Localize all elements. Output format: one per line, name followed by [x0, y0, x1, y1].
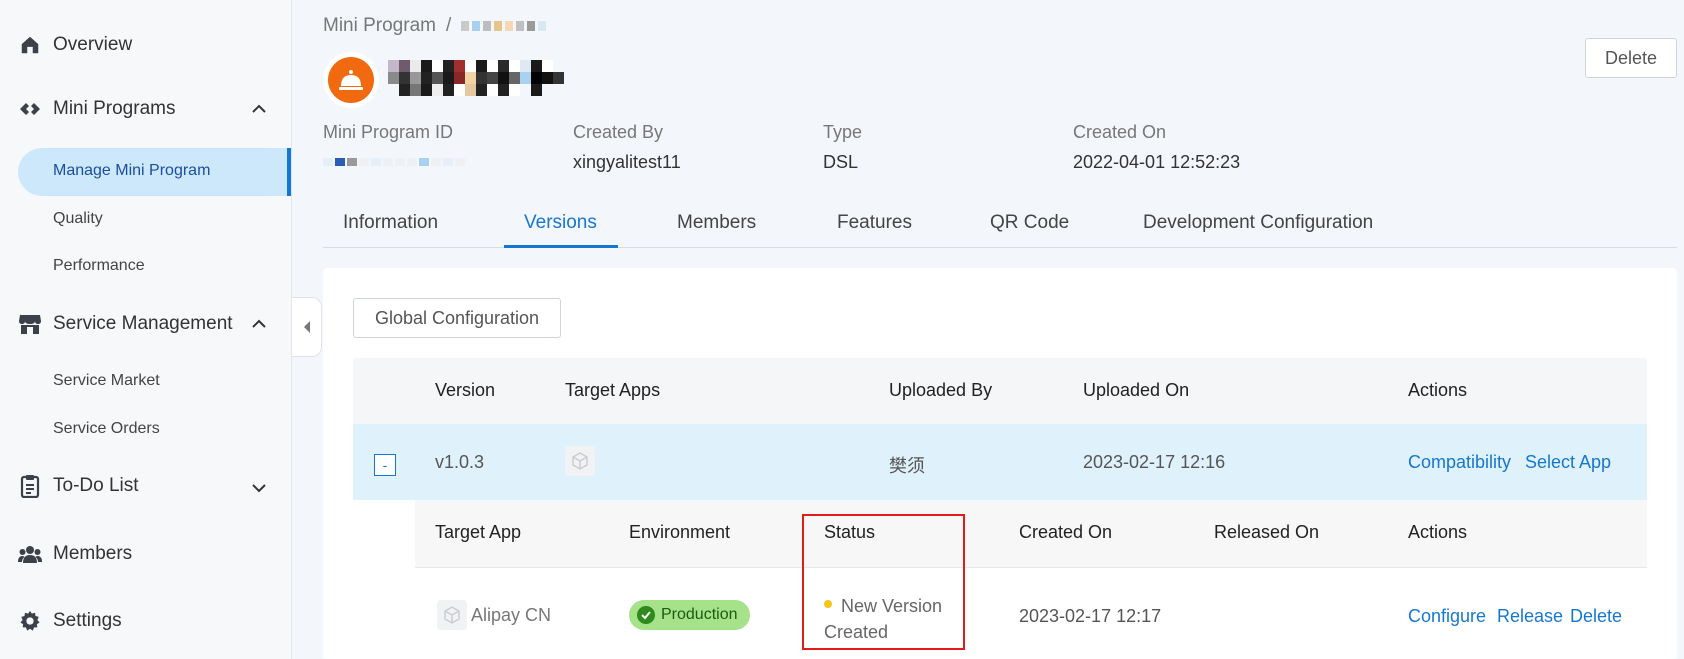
tab-qr-code[interactable]: QR Code [990, 212, 1069, 234]
target-app-value: Alipay CN [471, 605, 552, 625]
environment-badge: Production [629, 600, 750, 630]
configure-link[interactable]: Configure [1408, 606, 1486, 627]
meta-id-value-redacted [323, 158, 465, 166]
meta-type-value: DSL [823, 152, 859, 172]
chevron-up-icon [252, 104, 266, 113]
created-on-value: 2023-02-17 12:17 [1019, 606, 1162, 626]
delete-version-link[interactable]: Delete [1570, 606, 1622, 627]
nav-members-label: Members [53, 543, 133, 564]
breadcrumb: Mini Program / [323, 15, 547, 37]
tab-bar: Information Versions Members Features QR… [323, 200, 1677, 248]
meta-created-by-value: xingyalitest11 [573, 152, 681, 172]
uploaded-on-value: 2023-02-17 12:16 [1083, 452, 1226, 472]
tab-versions[interactable]: Versions [524, 212, 597, 234]
meta-created-on-value: 2022-04-01 12:52:23 [1073, 152, 1241, 172]
nav-service-management[interactable]: Service Management [0, 304, 292, 344]
gear-icon [18, 609, 42, 633]
col-uploaded-on: Uploaded On [1083, 380, 1190, 400]
sidebar: Overview Mini Programs Manage Mini Progr… [0, 0, 292, 659]
nav-todo-list-label: To-Do List [53, 475, 139, 496]
nav-todo-list[interactable]: To-Do List [0, 466, 292, 506]
tab-development-configuration[interactable]: Development Configuration [1143, 212, 1373, 234]
clipboard-icon [18, 474, 42, 498]
check-circle-icon [637, 606, 655, 624]
breadcrumb-separator: / [445, 15, 452, 36]
meta-created-on: Created On 2022-04-01 12:52:23 [1073, 122, 1240, 173]
col-environment: Environment [629, 522, 731, 542]
target-app-icon [565, 446, 595, 476]
release-link[interactable]: Release [1497, 606, 1563, 627]
col-version: Version [435, 380, 496, 400]
list-item: Alipay CN New Version Created 2023-02-17… [415, 568, 1647, 659]
meta-type: Type DSL [823, 122, 862, 173]
col-target-apps: Target Apps [565, 380, 661, 400]
nav-overview-label: Overview [53, 34, 133, 55]
col-created-on: Created On [1019, 522, 1113, 542]
nav-overview[interactable]: Overview [0, 25, 292, 65]
global-configuration-button[interactable]: Global Configuration [353, 298, 561, 338]
app-name-redacted [388, 60, 564, 96]
delete-mini-program-button[interactable]: Delete [1585, 38, 1677, 78]
col-sub-actions: Actions [1408, 522, 1468, 542]
store-icon [18, 312, 42, 336]
active-tab-underline [504, 245, 618, 248]
target-apps-table-header: Target App Environment Status Created On… [415, 500, 1647, 568]
meta-id-label: Mini Program ID [323, 122, 454, 142]
caret-left-icon [303, 321, 310, 333]
status-highlight-box [802, 514, 965, 650]
compatibility-link[interactable]: Compatibility [1408, 452, 1511, 473]
col-target-app: Target App [435, 522, 522, 542]
chevron-down-icon [252, 484, 266, 493]
nav-service-orders[interactable]: Service Orders [53, 420, 160, 438]
environment-value: Production [661, 606, 738, 623]
nav-quality[interactable]: Quality [53, 210, 103, 228]
tab-features[interactable]: Features [837, 212, 912, 234]
meta-type-label: Type [823, 122, 863, 142]
users-icon [18, 542, 42, 566]
nav-mini-programs[interactable]: Mini Programs [0, 89, 292, 129]
collapse-sidebar-button[interactable] [292, 297, 322, 357]
nav-active-indicator [287, 148, 291, 196]
col-actions: Actions [1408, 380, 1468, 400]
alipay-app-icon [437, 600, 467, 630]
nav-manage-mini-program[interactable]: Manage Mini Program [53, 162, 210, 180]
breadcrumb-current-redacted [461, 21, 547, 31]
nav-mini-programs-label: Mini Programs [53, 98, 176, 119]
col-uploaded-by: Uploaded By [889, 380, 993, 400]
cube-icon [444, 606, 460, 624]
tab-members[interactable]: Members [677, 212, 756, 234]
tab-information[interactable]: Information [343, 212, 438, 234]
nav-settings[interactable]: Settings [0, 601, 292, 641]
version-value: v1.0.3 [435, 452, 485, 472]
cube-icon [572, 452, 588, 470]
versions-table-header: Version Target Apps Uploaded By Uploaded… [353, 358, 1647, 424]
nav-service-management-label: Service Management [53, 313, 233, 334]
service-bell-icon [339, 70, 363, 90]
nav-performance[interactable]: Performance [53, 257, 145, 275]
breadcrumb-root[interactable]: Mini Program [323, 15, 436, 37]
select-app-link[interactable]: Select App [1525, 452, 1611, 473]
nav-members[interactable]: Members [0, 534, 292, 574]
app-avatar [323, 52, 379, 108]
meta-created-by-label: Created By [573, 122, 664, 142]
meta-created-by: Created By xingyalitest11 [573, 122, 681, 173]
code-icon [18, 97, 42, 121]
table-row: v1.0.3 樊须 2023-02-17 12:16 Compatibility… [353, 424, 1647, 500]
uploaded-by-value: 樊须 [889, 456, 925, 476]
col-released-on: Released On [1214, 522, 1320, 542]
nav-service-market[interactable]: Service Market [53, 372, 160, 390]
home-icon [18, 33, 42, 57]
chevron-up-icon [252, 319, 266, 328]
collapse-row-button[interactable]: - [374, 454, 396, 476]
meta-created-on-label: Created On [1073, 122, 1167, 142]
meta-id: Mini Program ID [323, 122, 465, 166]
nav-settings-label: Settings [53, 610, 122, 631]
